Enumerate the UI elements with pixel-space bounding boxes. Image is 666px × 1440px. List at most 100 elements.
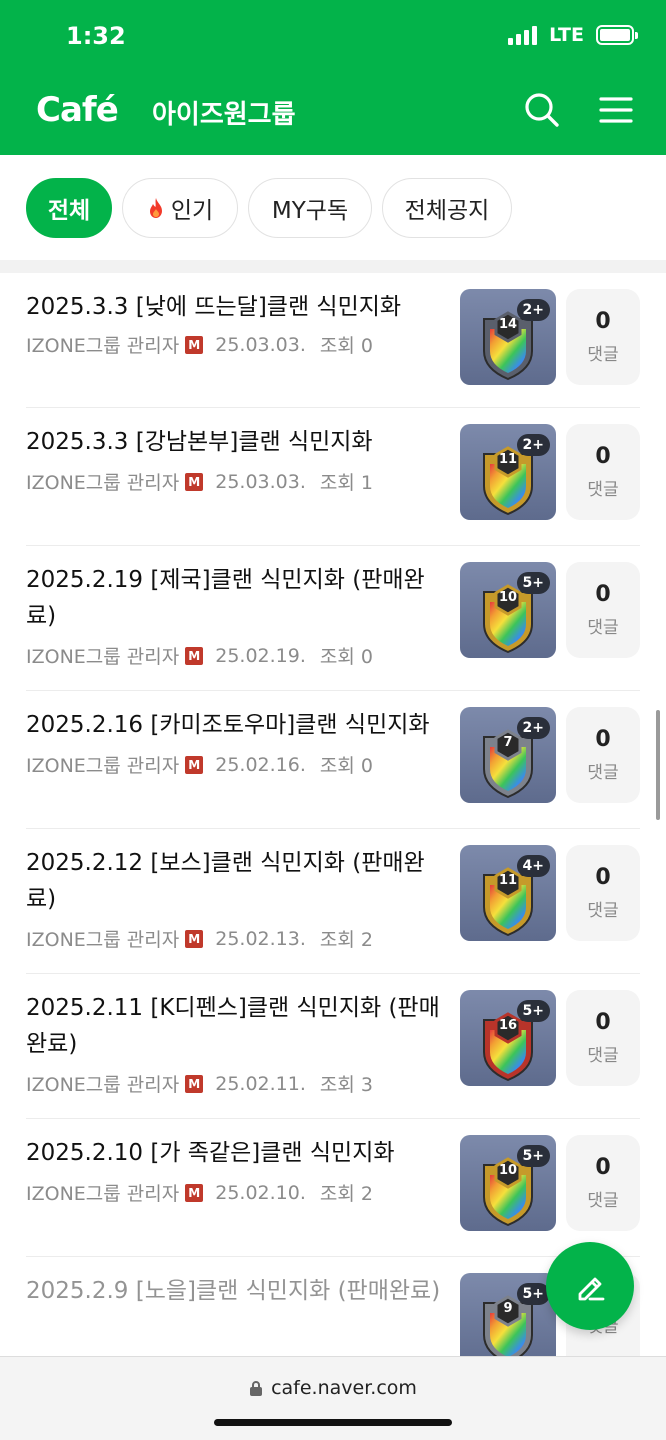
- post-item[interactable]: 2025.2.12 [보스]클랜 식민지화 (판매완료) IZONE그룹 관리자…: [26, 829, 640, 974]
- post-title[interactable]: 2025.2.12 [보스]클랜 식민지화 (판매완료): [26, 845, 446, 917]
- comment-label: 댓글: [587, 345, 619, 365]
- post-thumbnail[interactable]: 11 2+: [460, 424, 556, 520]
- scrollbar[interactable]: [656, 710, 660, 820]
- url-text: cafe.naver.com: [271, 1377, 417, 1399]
- tab-all[interactable]: 전체: [26, 178, 112, 238]
- comment-count: 0: [595, 309, 611, 334]
- post-item[interactable]: 2025.2.11 [K디펜스]클랜 식민지화 (판매완료) IZONE그룹 관…: [26, 974, 640, 1119]
- post-item[interactable]: 2025.2.16 [카미조토우마]클랜 식민지화 IZONE그룹 관리자 M …: [26, 691, 640, 829]
- post-title[interactable]: 2025.2.9 [노을]클랜 식민지화 (판매완료): [26, 1273, 446, 1309]
- comment-count-box[interactable]: 0 댓글: [566, 289, 640, 385]
- clan-level: 16: [498, 1018, 518, 1033]
- post-author: IZONE그룹 관리자: [26, 929, 180, 951]
- comment-count-box[interactable]: 0 댓글: [566, 707, 640, 803]
- post-thumbnail[interactable]: 16 5+: [460, 990, 556, 1086]
- clan-level: 10: [498, 590, 518, 605]
- browser-bar: cafe.naver.com: [0, 1356, 666, 1440]
- post-meta: IZONE그룹 관리자 M 25.02.10. 조회 2: [26, 1179, 373, 1206]
- status-time: 1:32: [66, 22, 126, 50]
- pencil-icon: [578, 1277, 605, 1301]
- post-thumbnail[interactable]: 7 2+: [460, 707, 556, 803]
- comment-label: 댓글: [587, 1191, 619, 1211]
- comment-count-box[interactable]: 0 댓글: [566, 845, 640, 941]
- comment-count: 0: [595, 582, 611, 607]
- comment-count: 0: [595, 865, 611, 890]
- clan-level: 11: [498, 873, 518, 888]
- tab-label: MY구독: [271, 198, 349, 224]
- comment-count: 0: [595, 1155, 611, 1180]
- post-title[interactable]: 2025.3.3 [강남본부]클랜 식민지화: [26, 424, 446, 460]
- post-list: 2025.3.3 [낮에 뜨는달]클랜 식민지화 IZONE그룹 관리자 M 2…: [0, 273, 666, 1397]
- post-meta: IZONE그룹 관리자 M 25.02.11. 조회 3: [26, 1070, 373, 1097]
- comment-label: 댓글: [587, 480, 619, 500]
- clan-plus-badge: 2+: [516, 434, 550, 456]
- comment-count-box[interactable]: 0 댓글: [566, 990, 640, 1086]
- tab-notices[interactable]: 전체공지: [382, 178, 512, 238]
- post-views: 조회 2: [319, 1183, 373, 1205]
- post-meta: IZONE그룹 관리자 M 25.03.03. 조회 1: [26, 468, 373, 495]
- manager-badge: M: [185, 646, 204, 665]
- post-thumbnail[interactable]: 9 5+: [460, 1273, 556, 1369]
- post-views: 조회 2: [319, 929, 373, 951]
- post-author: IZONE그룹 관리자: [26, 335, 180, 357]
- comment-count-box[interactable]: 0 댓글: [566, 424, 640, 520]
- clan-level: 7: [503, 735, 513, 750]
- tab-my-subscription[interactable]: MY구독: [248, 178, 372, 238]
- comment-count-box[interactable]: 0 댓글: [566, 1135, 640, 1231]
- post-date: 25.02.13.: [215, 927, 306, 950]
- tab-label: 전체: [47, 198, 91, 224]
- tab-label: 전체공지: [404, 198, 490, 224]
- post-views: 조회 1: [319, 472, 373, 494]
- comment-label: 댓글: [587, 763, 619, 783]
- post-author: IZONE그룹 관리자: [26, 646, 180, 668]
- menu-button[interactable]: [596, 90, 636, 130]
- post-thumbnail[interactable]: 14 2+: [460, 289, 556, 385]
- post-title[interactable]: 2025.3.3 [낮에 뜨는달]클랜 식민지화: [26, 289, 446, 325]
- post-item[interactable]: 2025.3.3 [낮에 뜨는달]클랜 식민지화 IZONE그룹 관리자 M 2…: [26, 273, 640, 408]
- comment-label: 댓글: [587, 618, 619, 638]
- clan-level: 9: [503, 1301, 513, 1316]
- post-views: 조회 0: [319, 646, 373, 668]
- write-post-button[interactable]: [546, 1242, 634, 1330]
- clan-level: 14: [498, 317, 518, 332]
- post-author: IZONE그룹 관리자: [26, 472, 180, 494]
- address-bar[interactable]: cafe.naver.com: [0, 1377, 666, 1399]
- post-date: 25.02.16.: [215, 753, 306, 776]
- post-thumbnail[interactable]: 10 5+: [460, 1135, 556, 1231]
- post-title[interactable]: 2025.2.16 [카미조토우마]클랜 식민지화: [26, 707, 446, 743]
- network-label: LTE: [549, 24, 584, 46]
- comment-count: 0: [595, 444, 611, 469]
- clan-plus-badge: 2+: [516, 717, 550, 739]
- battery-icon: [596, 25, 638, 45]
- manager-badge: M: [185, 755, 204, 774]
- post-item[interactable]: 2025.2.10 [가 족같은]클랜 식민지화 IZONE그룹 관리자 M 2…: [26, 1119, 640, 1257]
- status-indicators: LTE: [508, 24, 638, 46]
- divider: [0, 260, 666, 273]
- post-title[interactable]: 2025.2.19 [제국]클랜 식민지화 (판매완료): [26, 562, 446, 634]
- comment-label: 댓글: [587, 901, 619, 921]
- comment-count: 0: [595, 1010, 611, 1035]
- post-views: 조회 3: [319, 1074, 373, 1096]
- filter-tabs: 전체 인기 MY구독 전체공지: [0, 155, 666, 260]
- tab-popular[interactable]: 인기: [122, 178, 238, 238]
- post-thumbnail[interactable]: 10 5+: [460, 562, 556, 658]
- search-button[interactable]: [522, 90, 562, 130]
- comment-count-box[interactable]: 0 댓글: [566, 562, 640, 658]
- post-date: 25.03.03.: [215, 333, 306, 356]
- tab-label: 인기: [170, 198, 214, 224]
- search-icon: [525, 93, 559, 127]
- cafe-logo[interactable]: Café: [36, 90, 119, 130]
- cafe-name[interactable]: 아이즈원그룹: [152, 94, 296, 131]
- post-thumbnail[interactable]: 11 4+: [460, 845, 556, 941]
- post-title[interactable]: 2025.2.11 [K디펜스]클랜 식민지화 (판매완료): [26, 990, 446, 1062]
- clan-level: 11: [498, 452, 518, 467]
- post-title[interactable]: 2025.2.10 [가 족같은]클랜 식민지화: [26, 1135, 446, 1171]
- post-item[interactable]: 2025.3.3 [강남본부]클랜 식민지화 IZONE그룹 관리자 M 25.…: [26, 408, 640, 546]
- manager-badge: M: [185, 1074, 204, 1093]
- post-date: 25.02.10.: [215, 1181, 306, 1204]
- post-item[interactable]: 2025.2.19 [제국]클랜 식민지화 (판매완료) IZONE그룹 관리자…: [26, 546, 640, 691]
- clan-plus-badge: 4+: [516, 855, 550, 877]
- post-views: 조회 0: [319, 335, 373, 357]
- clan-plus-badge: 5+: [516, 1145, 550, 1167]
- home-indicator[interactable]: [214, 1419, 452, 1426]
